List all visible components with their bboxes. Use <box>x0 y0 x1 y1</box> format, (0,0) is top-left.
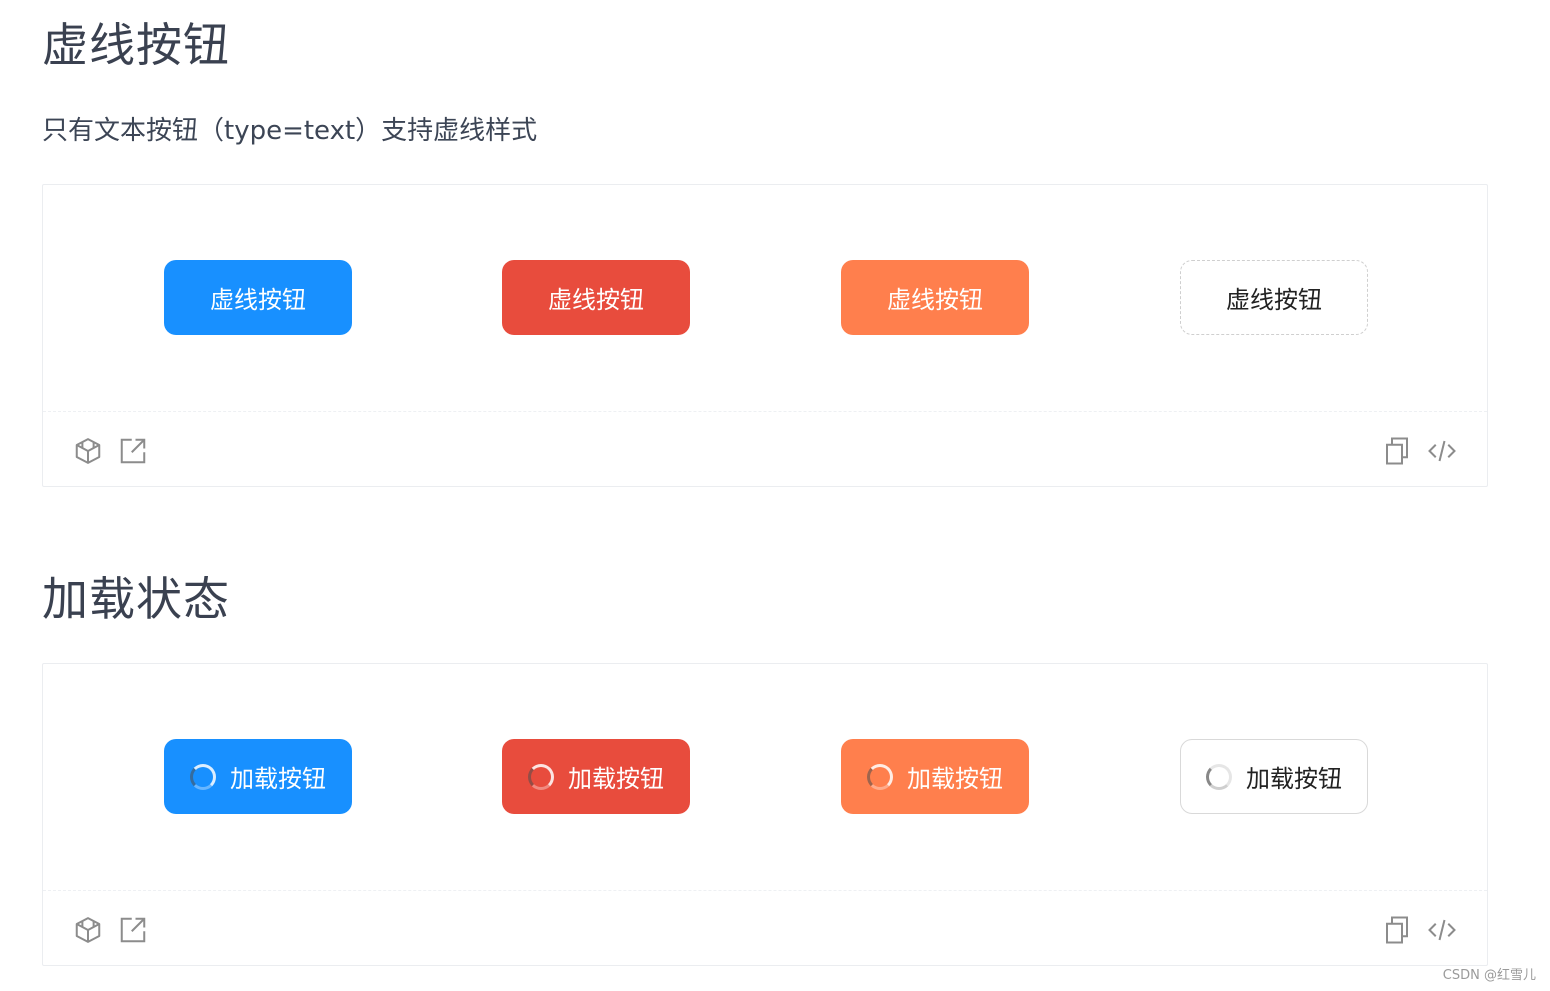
loading-button-warning[interactable]: 加载按钮 <box>841 739 1029 814</box>
button-label: 虚线按钮 <box>887 286 983 314</box>
dashed-button-default[interactable]: 虚线按钮 <box>1180 260 1368 335</box>
button-label: 加载按钮 <box>907 765 1003 793</box>
external-link-icon[interactable] <box>118 915 148 945</box>
demo-box-loading: 加载按钮 加载按钮 加载按钮 加载按钮 <box>42 663 1488 966</box>
loading-spinner-icon <box>190 763 216 790</box>
demo-toolbar <box>43 890 1487 966</box>
copy-icon[interactable] <box>1382 915 1412 945</box>
dashed-button-primary[interactable]: 虚线按钮 <box>164 260 352 335</box>
loading-spinner-icon <box>867 763 893 790</box>
demo-box-dashed: 虚线按钮 虚线按钮 虚线按钮 虚线按钮 <box>42 184 1488 487</box>
codesandbox-icon[interactable] <box>73 436 103 466</box>
loading-button-primary[interactable]: 加载按钮 <box>164 739 352 814</box>
section-title-dashed: 虚线按钮 <box>42 18 230 72</box>
button-label: 加载按钮 <box>1246 765 1342 793</box>
dashed-button-danger[interactable]: 虚线按钮 <box>502 260 690 335</box>
watermark: CSDN @红雪儿 <box>1442 968 1536 983</box>
external-link-icon[interactable] <box>118 436 148 466</box>
loading-spinner-icon <box>1206 763 1232 790</box>
button-label: 加载按钮 <box>568 765 664 793</box>
loading-spinner-icon <box>528 763 554 790</box>
demo-stage: 虚线按钮 虚线按钮 虚线按钮 虚线按钮 <box>43 185 1487 411</box>
dashed-button-warning[interactable]: 虚线按钮 <box>841 260 1029 335</box>
code-icon[interactable] <box>1427 915 1457 945</box>
button-label: 加载按钮 <box>230 765 326 793</box>
loading-button-default[interactable]: 加载按钮 <box>1180 739 1368 814</box>
docs-page: 虚线按钮 只有文本按钮（type=text）支持虚线样式 虚线按钮 虚线按钮 虚… <box>0 0 1550 991</box>
copy-icon[interactable] <box>1382 436 1412 466</box>
code-icon[interactable] <box>1427 436 1457 466</box>
section-description: 只有文本按钮（type=text）支持虚线样式 <box>42 116 538 146</box>
demo-stage: 加载按钮 加载按钮 加载按钮 加载按钮 <box>43 664 1487 890</box>
demo-toolbar <box>43 411 1487 487</box>
section-title-loading: 加载状态 <box>42 572 230 626</box>
button-label: 虚线按钮 <box>548 286 644 314</box>
loading-button-danger[interactable]: 加载按钮 <box>502 739 690 814</box>
button-label: 虚线按钮 <box>1226 286 1322 314</box>
button-label: 虚线按钮 <box>210 286 306 314</box>
codesandbox-icon[interactable] <box>73 915 103 945</box>
